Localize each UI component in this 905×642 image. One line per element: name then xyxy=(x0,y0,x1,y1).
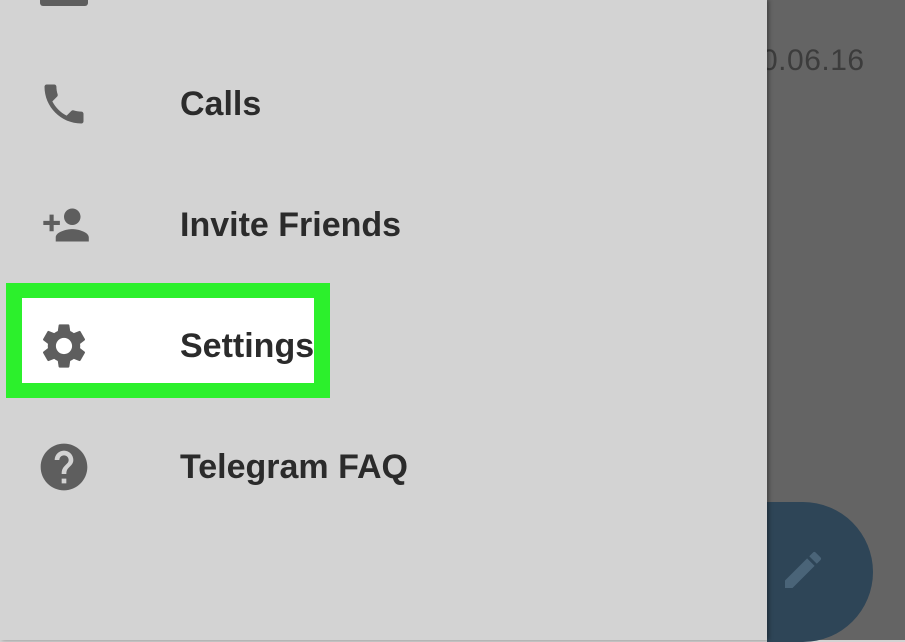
compose-button[interactable] xyxy=(767,502,873,642)
menu-item-telegram-faq[interactable]: Telegram FAQ xyxy=(0,427,767,507)
help-circle-icon xyxy=(28,439,100,495)
add-person-icon xyxy=(28,197,100,253)
menu-item-invite-friends[interactable]: Invite Friends xyxy=(0,185,767,265)
chat-list-overlay: 0.06.16 xyxy=(761,0,905,642)
pencil-icon xyxy=(785,551,822,588)
menu-item-settings[interactable]: Settings xyxy=(0,306,767,386)
menu-item-label: Settings xyxy=(180,327,315,365)
menu-item-label: Telegram FAQ xyxy=(180,448,408,486)
navigation-drawer: Calls Invite Friends Settings Telegram F… xyxy=(0,0,767,640)
gear-icon xyxy=(28,318,100,374)
contacts-icon xyxy=(40,0,88,6)
menu-item-label: Invite Friends xyxy=(180,206,402,244)
chat-date: 0.06.16 xyxy=(761,44,865,77)
phone-icon xyxy=(28,76,100,132)
menu-item-label: Calls xyxy=(180,85,262,123)
menu-item-calls[interactable]: Calls xyxy=(0,64,767,144)
